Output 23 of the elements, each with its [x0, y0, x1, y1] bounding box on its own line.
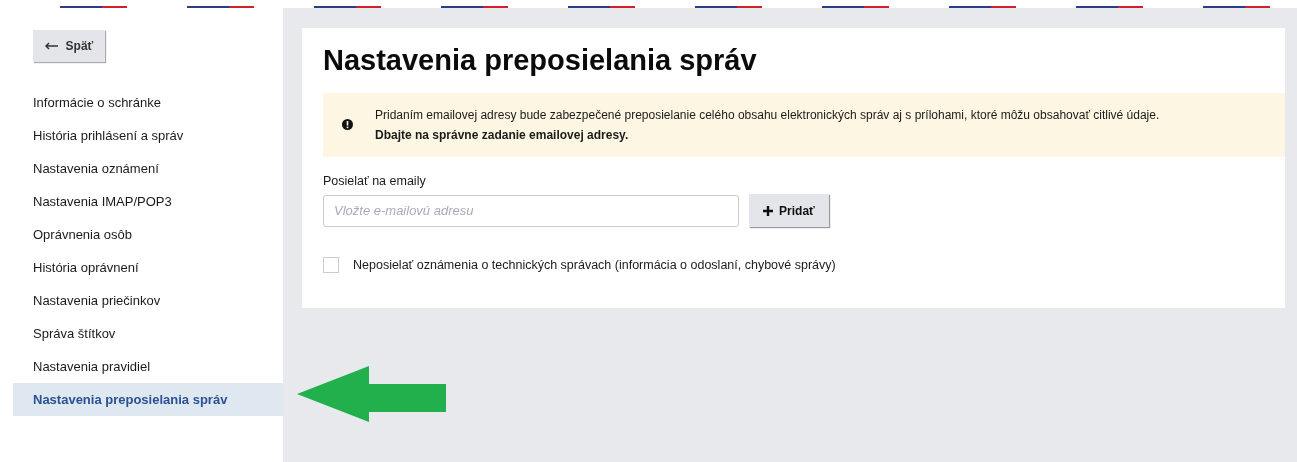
page-title: Nastavenia preposielania správ [323, 44, 758, 77]
sidebar-item[interactable]: Správa štítkov [13, 317, 283, 350]
sidebar-item[interactable]: História oprávnení [13, 251, 283, 284]
checkbox[interactable] [323, 257, 339, 273]
notice-text: Pridaním emailovej adresy bude zabezpečené preposielanie celého obsahu elektronických správ aj s prílohami, ktoré môžu obsahovať citlivé údaje. [375, 107, 1160, 122]
plus-icon [763, 205, 774, 216]
sidebar-item[interactable]: Informácie o schránke [13, 86, 283, 119]
sidebar-item[interactable]: História prihlásení a správ [13, 119, 283, 152]
sidebar-item[interactable]: Nastavenia preposielania správ [13, 383, 283, 416]
sidebar-item[interactable]: Nastavenia priečinkov [13, 284, 283, 317]
notice-emphasis: Dbajte na správne zadanie emailovej adresy. [375, 127, 630, 142]
exclamation-icon [342, 119, 353, 130]
add-button[interactable]: Pridať [749, 194, 829, 227]
sidebar-item[interactable]: Nastavenia IMAP/POP3 [13, 185, 283, 218]
arrow-left-icon [44, 42, 59, 50]
sidebar-item[interactable]: Nastavenia pravidiel [13, 350, 283, 383]
checkbox-label: Neposielať oznámenia o technických správach (informácia o odoslaní, chybové správy) [353, 258, 836, 272]
sidebar-item[interactable]: Nastavenia oznámení [13, 152, 283, 185]
email-input-field[interactable]: Vložte e-mailovú adresu [323, 194, 739, 227]
sidebar-item[interactable]: Oprávnenia osôb [13, 218, 283, 251]
field-label: Posielať na emaily [323, 174, 427, 188]
arrow-left-icon [296, 365, 448, 423]
back-button[interactable]: Späť [33, 30, 105, 62]
